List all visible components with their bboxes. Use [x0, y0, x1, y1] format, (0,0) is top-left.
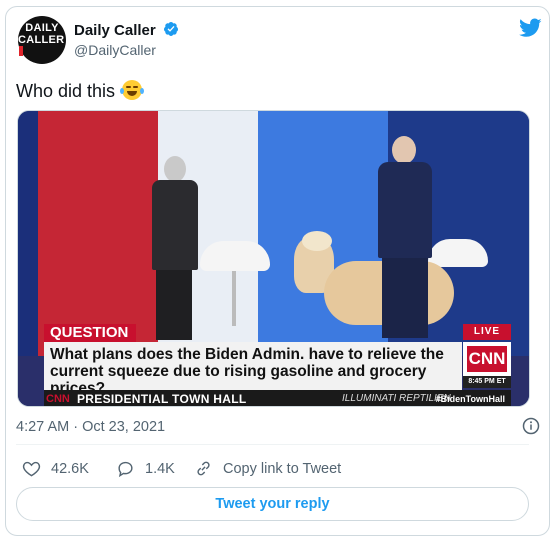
question-tag: QUESTION — [44, 324, 136, 342]
heart-icon — [22, 461, 41, 477]
author-handle[interactable]: @DailyCaller — [74, 42, 156, 58]
copy-link-label: Copy link to Tweet — [223, 460, 342, 477]
network-logo-box: CNN — [463, 342, 511, 376]
bar-cnn-logo: CNN — [46, 393, 70, 405]
tweet-text: Who did this — [16, 80, 145, 102]
stage-chair-left — [200, 241, 270, 271]
divider-top — [16, 444, 529, 445]
avatar-accent — [19, 46, 23, 56]
stage-chair-left-stem — [232, 271, 236, 326]
question-line-1: What plans does the Biden Admin. have to… — [50, 346, 444, 363]
face-with-tears-of-joy-icon — [120, 80, 145, 100]
author-name[interactable]: Daily Caller — [74, 21, 179, 39]
like-count: 42.6K — [51, 460, 89, 477]
news-lower-third: QUESTION What plans does the Biden Admin… — [18, 324, 529, 406]
verified-badge-icon — [163, 22, 178, 36]
tweet-your-reply-button[interactable]: Tweet your reply — [16, 487, 529, 521]
copy-link-button[interactable]: Copy link to Tweet — [194, 459, 341, 478]
reply-button[interactable]: 1.4K — [116, 459, 175, 478]
reply-count: 1.4K — [145, 460, 175, 477]
hashtag: #BidenTownHall — [435, 394, 505, 404]
broadcast-time: 8:45 PM ET — [463, 376, 511, 388]
tweet-media-video[interactable]: QUESTION What plans does the Biden Admin… — [17, 110, 530, 407]
avatar-line1: DAILY — [25, 22, 59, 34]
info-icon[interactable] — [522, 417, 540, 435]
president-figure — [370, 136, 438, 338]
host-figure — [146, 156, 202, 340]
program-title: PRESIDENTIAL TOWN HALL — [77, 392, 247, 406]
tweet-text-content: Who did this — [16, 81, 116, 101]
author-name-text: Daily Caller — [74, 22, 156, 39]
tweet-timestamp[interactable]: 4:27 AM · Oct 23, 2021 — [16, 419, 165, 435]
program-bar: CNN PRESIDENTIAL TOWN HALL ILLUMINATI RE… — [44, 390, 511, 406]
like-button[interactable]: 42.6K — [22, 459, 89, 478]
question-box: What plans does the Biden Admin. have to… — [44, 342, 462, 397]
avatar[interactable]: DAILY CALLER — [18, 16, 66, 64]
twitter-bird-icon[interactable] — [519, 18, 542, 38]
live-badge: LIVE — [463, 324, 511, 340]
link-icon — [197, 461, 210, 476]
avatar-line2: CALLER — [18, 34, 65, 46]
reply-icon — [118, 461, 133, 478]
cnn-logo: CNN — [467, 346, 507, 372]
watermark-text: ILLUMINATI REPTILIEN — [342, 393, 451, 404]
